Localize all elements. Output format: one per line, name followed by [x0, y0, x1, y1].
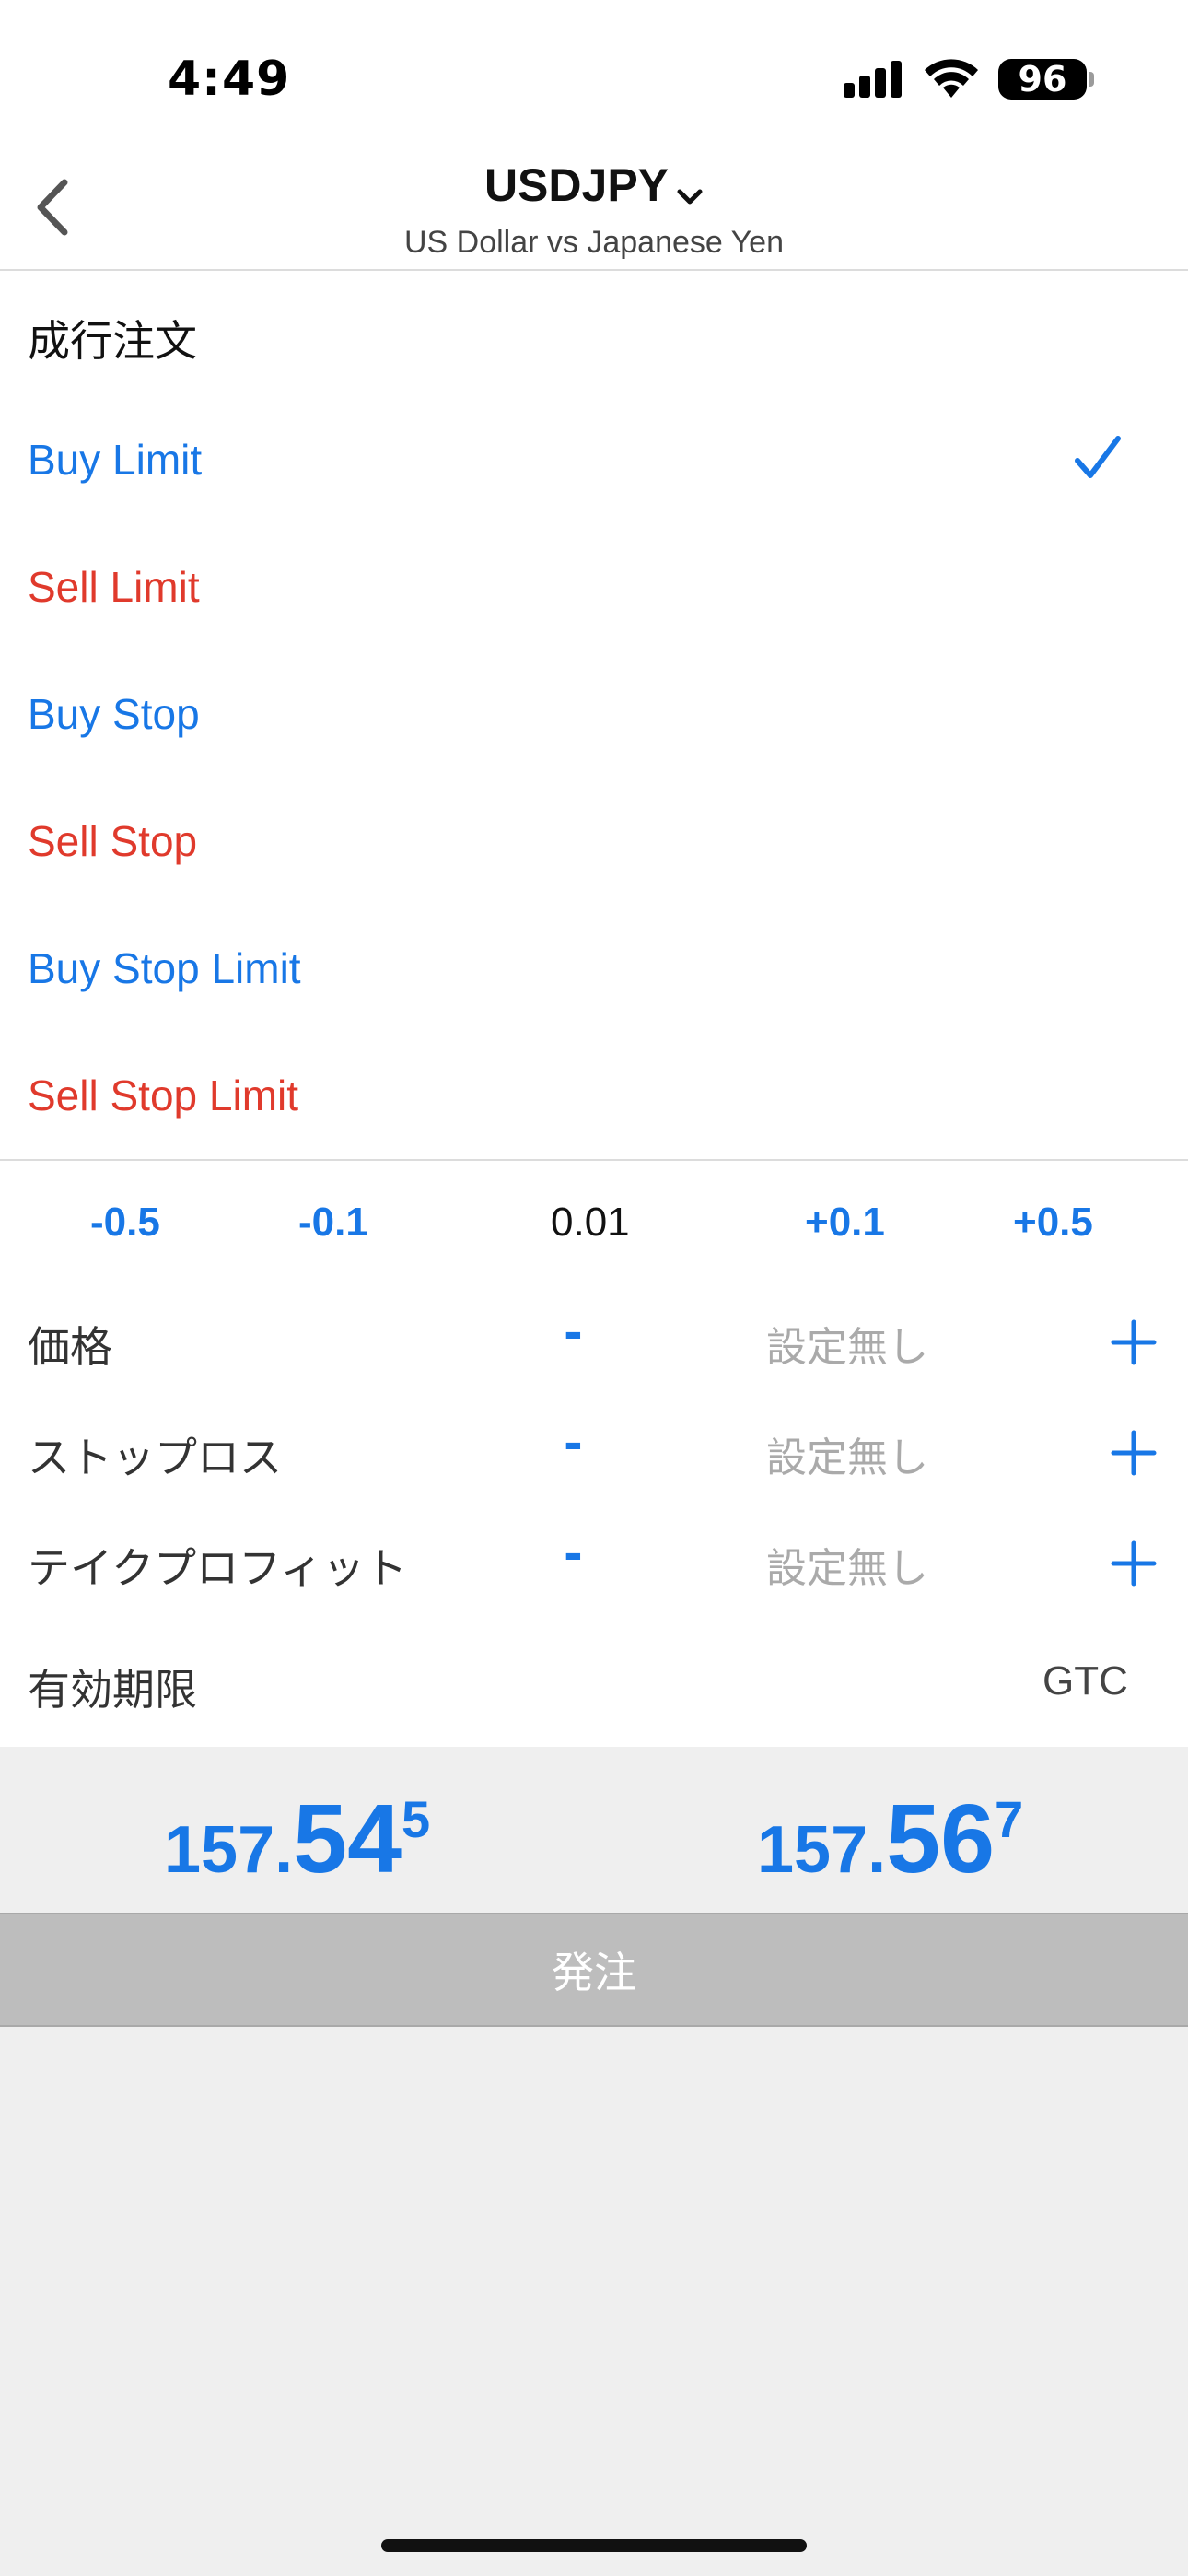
ask-price-prefix: 157. — [757, 1813, 887, 1887]
take-profit-minus-button[interactable]: - — [564, 1528, 583, 1581]
expiry-label: 有効期限 — [28, 1665, 197, 1715]
price-minus-button[interactable]: - — [564, 1306, 583, 1360]
ask-price-big: 56 — [886, 1785, 996, 1893]
expiry-value[interactable]: GTC — [1042, 1658, 1128, 1704]
stop-loss-value[interactable]: 設定無し — [766, 1424, 928, 1483]
battery-tip — [1089, 72, 1094, 87]
volume-minus-0-5-button[interactable]: -0.5 — [90, 1200, 160, 1246]
battery-indicator: 96 — [998, 59, 1087, 100]
stop-loss-plus-icon[interactable] — [1111, 1430, 1157, 1476]
order-type-sell-stop[interactable]: Sell Stop — [28, 816, 197, 866]
symbol-name: USDJPY — [483, 159, 670, 211]
stop-loss-minus-button[interactable]: - — [564, 1417, 583, 1470]
order-type-market[interactable]: 成行注文 — [28, 308, 197, 369]
symbol-description: US Dollar vs Japanese Yen — [403, 225, 785, 260]
home-indicator[interactable] — [381, 2539, 807, 2552]
order-type-buy-limit[interactable]: Buy Limit — [28, 435, 202, 485]
stop-loss-label: ストップロス — [28, 1433, 282, 1482]
checkmark-icon — [1075, 436, 1121, 478]
volume-value[interactable]: 0.01 — [551, 1200, 630, 1246]
bid-price: 157.545 — [164, 1784, 430, 1895]
take-profit-plus-icon[interactable] — [1111, 1540, 1157, 1587]
volume-plus-0-5-button[interactable]: +0.5 — [1013, 1200, 1093, 1246]
bid-price-sup: 5 — [402, 1790, 431, 1848]
price-value[interactable]: 設定無し — [766, 1314, 928, 1373]
order-type-buy-stop-limit[interactable]: Buy Stop Limit — [28, 943, 301, 993]
bid-price-big: 54 — [293, 1785, 402, 1893]
place-order-label: 発注 — [552, 1948, 636, 1997]
order-type-sell-limit[interactable]: Sell Limit — [28, 562, 200, 612]
take-profit-label: テイクプロフィット — [28, 1543, 408, 1593]
price-plus-icon[interactable] — [1111, 1319, 1157, 1365]
bid-price-prefix: 157. — [164, 1813, 294, 1887]
take-profit-value[interactable]: 設定無し — [766, 1535, 928, 1594]
symbol-selector[interactable]: USDJPY — [0, 158, 1188, 212]
ask-price: 157.567 — [757, 1784, 1023, 1895]
ask-price-sup: 7 — [995, 1790, 1024, 1848]
status-time: 4:49 — [168, 52, 291, 107]
list-divider — [0, 1159, 1188, 1161]
price-label: 価格 — [28, 1322, 112, 1372]
order-type-buy-stop[interactable]: Buy Stop — [28, 689, 200, 739]
cellular-signal-icon — [844, 61, 902, 98]
chevron-down-icon — [677, 189, 703, 204]
wifi-icon — [925, 59, 978, 98]
volume-plus-0-1-button[interactable]: +0.1 — [805, 1200, 885, 1246]
order-screen: 4:49 96 USDJPY US Dollar vs Japanese Yen… — [0, 0, 1188, 2576]
header-divider — [0, 269, 1188, 271]
order-type-sell-stop-limit[interactable]: Sell Stop Limit — [28, 1071, 298, 1120]
volume-minus-0-1-button[interactable]: -0.1 — [298, 1200, 368, 1246]
place-order-button[interactable]: 発注 — [0, 1913, 1188, 2027]
